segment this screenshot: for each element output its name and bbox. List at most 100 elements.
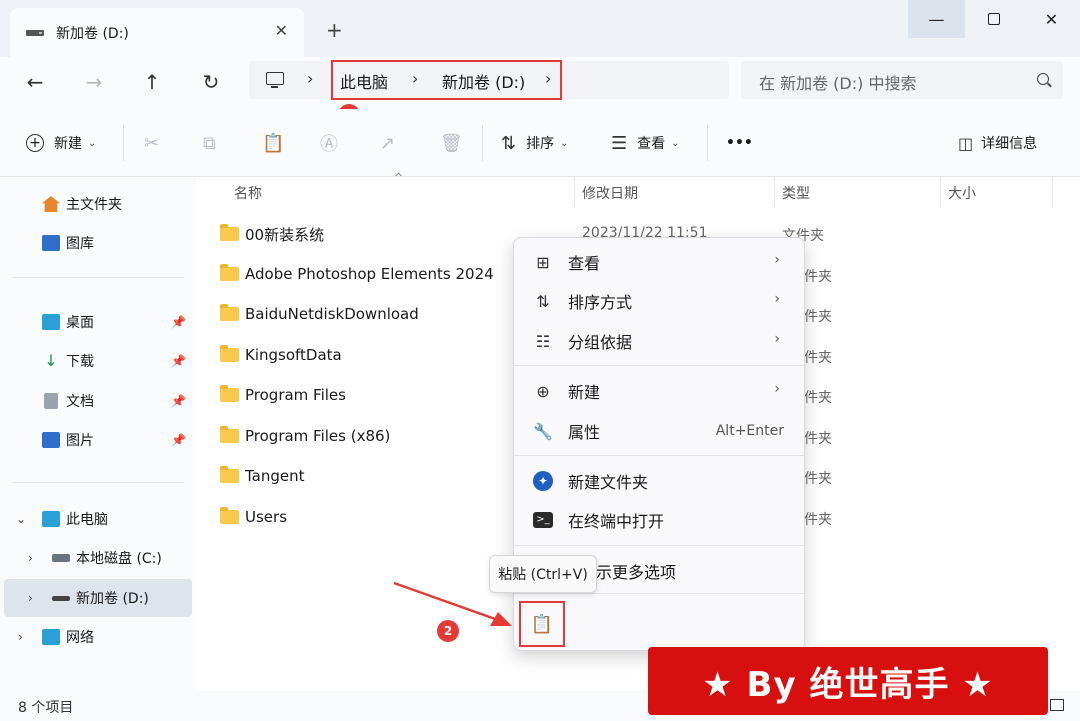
close-icon: ✕ xyxy=(1044,9,1059,29)
table-row[interactable]: Tangent xyxy=(220,456,305,496)
paste-icon-button[interactable]: 📋 xyxy=(519,601,565,647)
table-row[interactable]: Adobe Photoshop Elements 2024 xyxy=(220,254,494,294)
paste-button[interactable]: 📋 xyxy=(262,129,284,157)
sidebar-item-documents[interactable]: 文档 📌 xyxy=(4,382,192,420)
pin-icon[interactable]: 📌 xyxy=(171,433,186,447)
folder-icon xyxy=(220,264,239,281)
details-label: 详细信息 xyxy=(981,136,1038,152)
refresh-button[interactable]: ↻ xyxy=(196,67,226,97)
table-row[interactable]: Users xyxy=(220,497,287,537)
chevron-right-icon[interactable]: › xyxy=(18,630,23,644)
column-header-type[interactable]: 类型 xyxy=(782,183,810,203)
menu-item-label: 新建文件夹 xyxy=(568,473,649,492)
sidebar-item-this-pc[interactable]: ⌄ 此电脑 xyxy=(4,500,192,538)
sort-arrows-icon: ⇅ xyxy=(501,132,517,154)
sidebar-item-label: 此电脑 xyxy=(66,512,108,528)
minimize-button[interactable]: — xyxy=(908,0,965,38)
sort-button[interactable]: ⇅ 排序 ⌄ xyxy=(501,129,568,157)
sidebar-item-label: 新加卷 (D:) xyxy=(76,591,149,607)
column-divider[interactable] xyxy=(940,177,941,207)
breadcrumb-new-volume[interactable]: 新加卷 (D:) xyxy=(442,69,525,93)
step-badge-2: 2 xyxy=(437,620,459,642)
drive-icon xyxy=(52,595,70,601)
sort-label: 排序 xyxy=(526,136,555,152)
menu-divider xyxy=(514,455,804,456)
menu-item-label: 查看 xyxy=(568,254,601,273)
sidebar-item-gallery[interactable]: 图库 xyxy=(4,224,192,262)
grid-icon: ⊞ xyxy=(536,252,550,272)
chevron-right-icon[interactable]: › xyxy=(28,591,33,605)
details-pane-button[interactable]: ◫ 详细信息 xyxy=(958,129,1037,157)
column-header-name[interactable]: 名称 xyxy=(234,183,262,203)
sidebar-item-downloads[interactable]: ↓ 下载 📌 xyxy=(4,342,192,380)
column-divider[interactable] xyxy=(1052,177,1053,207)
search-input[interactable]: 在 新加卷 (D:) 中搜索 xyxy=(741,61,1063,99)
sidebar-item-home[interactable]: 主文件夹 xyxy=(4,185,192,223)
tab-close-icon[interactable]: ✕ xyxy=(275,21,288,40)
table-row[interactable]: KingsoftData xyxy=(220,335,342,375)
menu-item-view[interactable]: ⊞ 查看 › xyxy=(520,244,798,280)
close-button[interactable]: ✕ xyxy=(1023,0,1080,38)
table-row[interactable]: Program Files xyxy=(220,375,346,415)
file-name: Adobe Photoshop Elements 2024 xyxy=(245,265,494,283)
more-options-button[interactable]: ••• xyxy=(726,129,753,157)
chevron-right-icon[interactable]: › xyxy=(545,69,551,88)
menu-item-properties[interactable]: 🔧 属性 Alt+Enter xyxy=(520,413,798,449)
rename-button[interactable]: Ⓐ xyxy=(320,129,338,157)
breadcrumb-this-pc[interactable]: 此电脑 xyxy=(340,69,388,93)
back-button[interactable]: ← xyxy=(20,67,50,97)
view-button[interactable]: ☰ 查看 ⌄ xyxy=(611,129,680,157)
chevron-right-icon: › xyxy=(307,69,314,88)
share-button[interactable]: ↗ xyxy=(380,129,395,157)
pictures-icon xyxy=(42,432,60,448)
pin-icon[interactable]: 📌 xyxy=(171,315,186,329)
sidebar-item-pictures[interactable]: 图片 📌 xyxy=(4,421,192,459)
chevron-down-icon[interactable]: ⌄ xyxy=(16,512,26,526)
column-divider[interactable] xyxy=(574,177,575,207)
sidebar-item-local-disk-c[interactable]: › 本地磁盘 (C:) xyxy=(4,539,192,577)
minimize-icon: — xyxy=(928,9,945,29)
sidebar-item-desktop[interactable]: 桌面 📌 xyxy=(4,303,192,341)
menu-item-label: 属性 xyxy=(568,423,601,442)
sidebar-item-new-volume-d[interactable]: › 新加卷 (D:) xyxy=(4,579,192,617)
menu-item-label: 示更多选项 xyxy=(596,563,677,582)
up-button[interactable]: ↑ xyxy=(137,67,167,97)
pin-icon[interactable]: 📌 xyxy=(171,394,186,408)
list-view-icon: ☰ xyxy=(611,132,628,154)
menu-item-open-terminal[interactable]: >_ 在终端中打开 xyxy=(520,502,798,538)
delete-button[interactable]: 🗑 xyxy=(440,129,463,157)
new-button[interactable]: + 新建 ⌄ xyxy=(26,129,96,157)
column-divider[interactable] xyxy=(774,177,775,207)
navigation-bar: ← → ↑ ↻ › 此电脑 › 新加卷 (D:) › 在 新加卷 (D:) 中搜… xyxy=(0,57,1080,109)
download-arrow-icon: ↓ xyxy=(44,351,58,370)
tiles-view-icon[interactable] xyxy=(1050,699,1064,711)
cut-button[interactable]: ✂ xyxy=(144,129,159,157)
chevron-right-icon[interactable]: › xyxy=(28,551,33,565)
copy-icon: ⧉ xyxy=(203,132,216,154)
menu-item-new-folder[interactable]: ✦ 新建文件夹 xyxy=(520,463,798,499)
copy-button[interactable]: ⧉ xyxy=(203,129,216,157)
menu-item-sort-by[interactable]: ⇅ 排序方式 › xyxy=(520,283,798,319)
column-header-modified[interactable]: 修改日期 xyxy=(582,183,638,203)
sidebar-item-network[interactable]: › 网络 xyxy=(4,618,192,656)
table-row[interactable]: 00新装系统 xyxy=(220,214,324,254)
table-row[interactable]: Program Files (x86) xyxy=(220,416,390,456)
menu-item-label: 新建 xyxy=(568,383,601,402)
tab-new-volume[interactable]: 新加卷 (D:) ✕ xyxy=(10,8,304,57)
menu-item-new[interactable]: ⊕ 新建 › xyxy=(520,373,798,409)
table-row[interactable]: BaiduNetdiskDownload xyxy=(220,294,419,334)
column-header-size[interactable]: 大小 xyxy=(948,183,976,203)
arrow-up-icon: ↑ xyxy=(143,70,161,94)
maximize-button[interactable] xyxy=(965,0,1022,38)
computer-icon xyxy=(42,511,60,527)
chevron-down-icon: ⌄ xyxy=(560,137,569,149)
new-tab-icon[interactable]: + xyxy=(326,18,343,42)
pin-icon[interactable]: 📌 xyxy=(171,354,186,368)
chevron-right-icon: › xyxy=(774,252,780,268)
sidebar-item-label: 网络 xyxy=(66,630,94,646)
folder-icon xyxy=(220,466,239,483)
address-bar[interactable]: › 此电脑 › 新加卷 (D:) › xyxy=(249,60,729,100)
forward-button[interactable]: → xyxy=(79,67,109,97)
menu-item-group-by[interactable]: ☷ 分组依据 › xyxy=(520,323,798,359)
file-name: 00新装系统 xyxy=(245,225,325,244)
